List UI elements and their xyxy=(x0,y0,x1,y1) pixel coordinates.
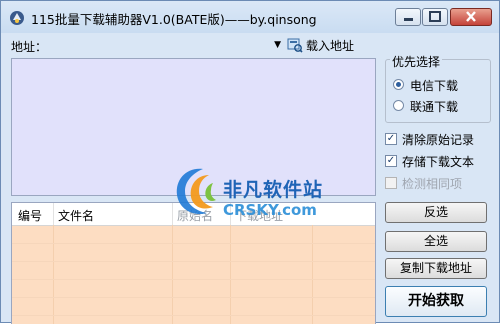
minimize-icon xyxy=(404,18,413,21)
telecom-radio[interactable] xyxy=(393,79,404,90)
crsky-logo-icon xyxy=(176,168,216,215)
watermark-title: 非凡软件站 xyxy=(223,179,324,201)
title-bar[interactable]: 115批量下载辅助器V1.0(BATE版)——by.qinsong xyxy=(1,1,499,33)
unicom-radio-label[interactable]: 联通下载 xyxy=(410,98,458,115)
invert-select-button[interactable]: 反选 xyxy=(385,202,487,223)
window-title: 115批量下载辅助器V1.0(BATE版)——by.qinsong xyxy=(31,12,317,27)
copy-addresses-button[interactable]: 复制下载地址 xyxy=(385,258,487,279)
detect-duplicates-checkbox[interactable] xyxy=(385,177,397,189)
watermark-url: CRSKY.com xyxy=(223,201,317,219)
load-address-icon xyxy=(287,38,303,53)
select-all-button[interactable]: 全选 xyxy=(385,231,487,252)
app-window: 115批量下载辅助器V1.0(BATE版)——by.qinsong 地址： ▼ xyxy=(0,0,500,324)
telecom-radio-label[interactable]: 电信下载 xyxy=(410,77,458,94)
detect-duplicates-label[interactable]: 检测相同项 xyxy=(402,175,462,192)
save-text-label[interactable]: 存储下载文本 xyxy=(402,153,474,170)
maximize-icon xyxy=(429,11,441,22)
load-address-button[interactable]: 载入地址 xyxy=(287,35,367,55)
close-button[interactable] xyxy=(450,8,492,26)
maximize-button[interactable] xyxy=(422,8,448,26)
save-text-checkbox[interactable]: ✓ xyxy=(385,155,397,167)
clear-records-label[interactable]: 清除原始记录 xyxy=(402,131,474,148)
column-header-filename[interactable]: 文件名 xyxy=(58,207,94,224)
dropdown-arrow-icon[interactable]: ▼ xyxy=(274,40,281,50)
priority-group-title: 优先选择 xyxy=(390,53,443,70)
column-header-index[interactable]: 编号 xyxy=(18,207,42,224)
app-icon xyxy=(10,11,24,25)
clear-records-checkbox[interactable]: ✓ xyxy=(385,133,397,145)
close-icon xyxy=(466,11,476,22)
start-fetch-button[interactable]: 开始获取 xyxy=(385,286,487,317)
unicom-radio[interactable] xyxy=(393,100,404,111)
address-label: 地址： xyxy=(11,40,48,54)
minimize-button[interactable] xyxy=(395,8,421,26)
load-address-label: 载入地址 xyxy=(306,39,355,53)
address-combobox[interactable]: ▼ xyxy=(53,36,283,54)
